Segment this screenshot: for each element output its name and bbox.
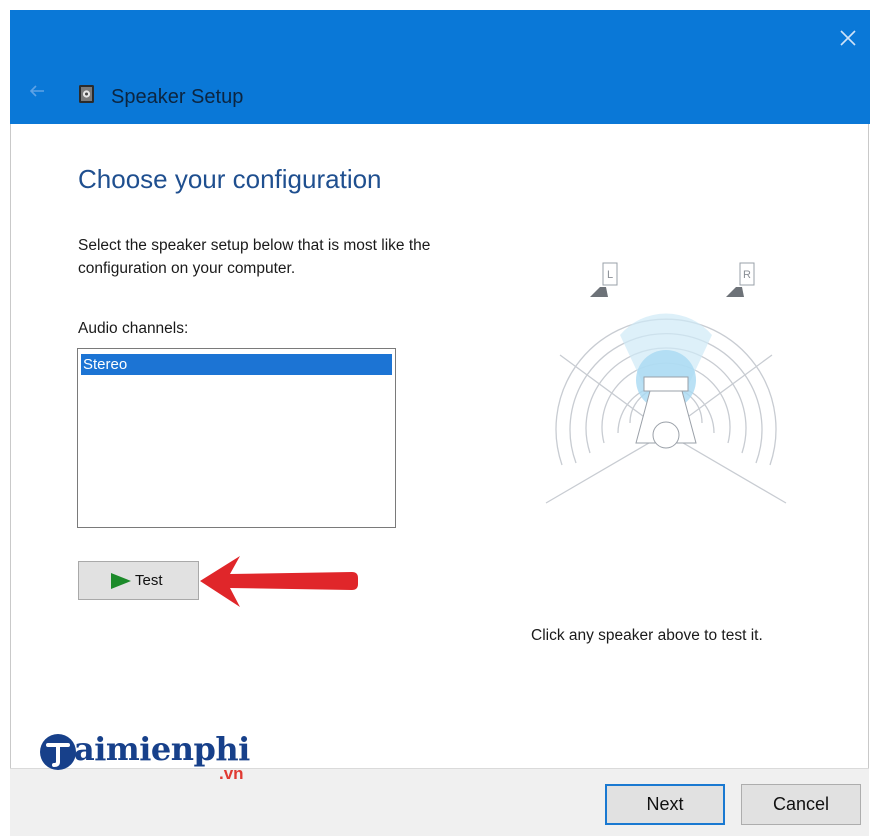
window-title: Speaker Setup [111,86,244,108]
next-button[interactable]: Next [605,784,725,825]
title-bar: Speaker Setup [10,10,870,124]
list-item-stereo[interactable]: Stereo [81,354,392,375]
red-arrow-icon [200,556,358,607]
cancel-button[interactable]: Cancel [741,784,861,825]
watermark-badge-icon [40,734,76,770]
left-speaker-label: L [607,269,613,281]
watermark-suffix: .vn [219,764,244,783]
audio-channels-list[interactable]: Stereo [77,348,396,528]
listener-icon [635,376,697,449]
back-arrow-icon[interactable] [26,80,48,102]
test-button-label: Test [135,572,163,589]
description-text: Select the speaker setup below that is m… [78,237,431,277]
right-speaker-icon[interactable]: R [726,262,755,297]
speaker-diagram: L R [545,262,787,504]
page-heading: Choose your configuration [78,164,382,194]
play-icon [111,573,131,589]
right-speaker-label: R [743,269,751,281]
test-hint-text: Click any speaker above to test it. [531,627,763,644]
speaker-setup-icon [79,85,94,103]
test-button[interactable]: Test [78,561,199,600]
watermark-brand: aimienphi [74,730,250,768]
left-speaker-icon[interactable]: L [590,262,618,297]
speaker-setup-window: Speaker Setup Choose your configuration … [0,0,870,836]
close-icon[interactable] [836,26,860,50]
watermark-logo: aimienphi .vn [38,728,258,788]
audio-channels-label: Audio channels: [78,320,189,337]
